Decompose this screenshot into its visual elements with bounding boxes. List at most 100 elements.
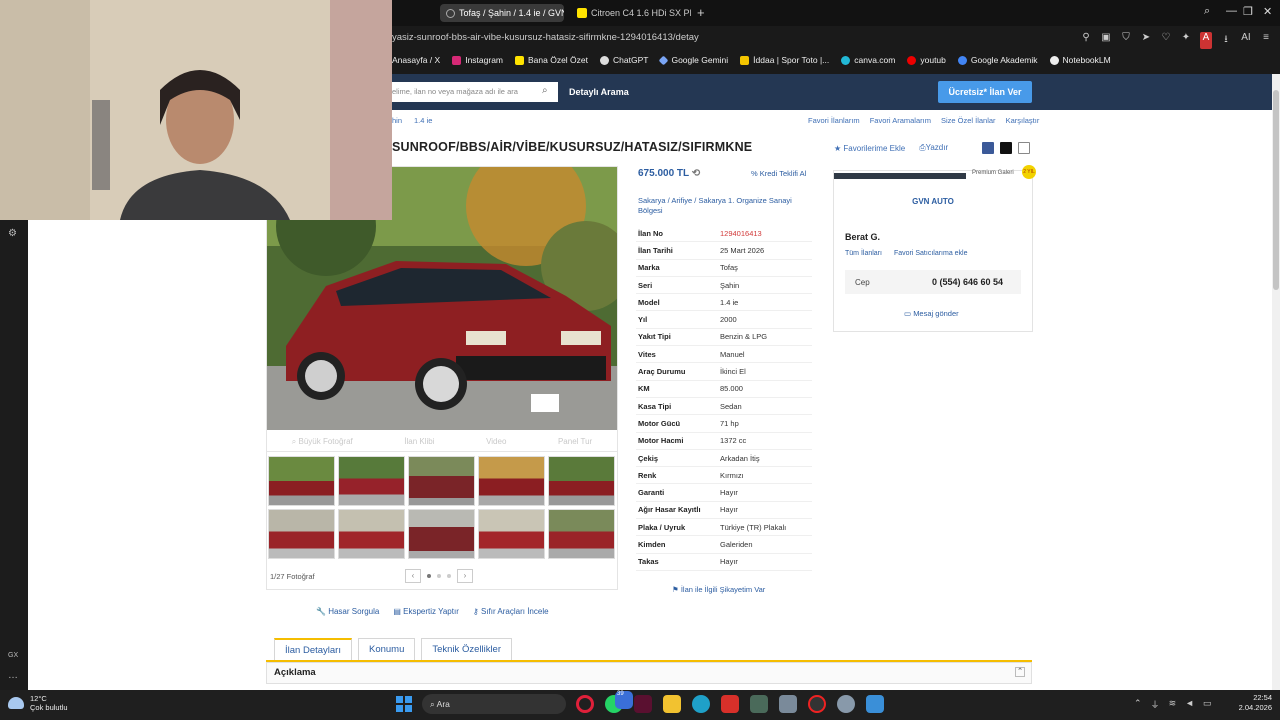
site-search-input[interactable]: elime, ilan no veya mağaza adı ile ara (392, 82, 558, 102)
all-ads-link[interactable]: Tüm İlanları (845, 250, 882, 257)
prev-page-button[interactable]: ‹ (405, 569, 421, 583)
clock[interactable]: 22:54 2.04.2026 (1232, 693, 1272, 713)
panel-tour-tab[interactable]: Panel Tur (558, 437, 592, 446)
dealer-name[interactable]: GVN AUTO (834, 197, 1032, 206)
compare-link[interactable]: Karşılaştır (1006, 116, 1040, 125)
thumbnail[interactable] (338, 509, 405, 559)
video-editor-icon[interactable] (634, 695, 652, 713)
large-photo-tab[interactable]: ⌕ Büyük Fotoğraf (292, 437, 353, 447)
credit-offer-link[interactable]: % Kredi Teklifi Al (751, 169, 806, 178)
phone-number[interactable]: 0 (554) 646 60 54 (932, 277, 1003, 287)
bookmark-notebooklm[interactable]: NotebookLM (1049, 55, 1111, 65)
print-link[interactable]: ⎙Yazdır (919, 143, 948, 153)
favorite-searches-link[interactable]: Favori Aramalarım (870, 116, 931, 125)
minimize-icon[interactable]: — (1226, 5, 1237, 17)
page-dot[interactable] (437, 574, 441, 578)
page-dot[interactable] (447, 574, 451, 578)
description-header[interactable]: Açıklama ⌃ (266, 662, 1032, 684)
settings-icon[interactable]: ⚙ (8, 228, 17, 239)
bookmark-chatgpt[interactable]: ChatGPT (600, 55, 648, 65)
next-page-button[interactable]: › (457, 569, 473, 583)
pdf-icon[interactable] (721, 695, 739, 713)
history-icon[interactable]: ⟲ (692, 168, 700, 179)
folder-icon[interactable] (663, 695, 681, 713)
new-tab-button[interactable]: + (697, 5, 705, 20)
ai-button[interactable]: AI (1240, 32, 1252, 49)
battery-icon[interactable]: ▭ (1203, 698, 1212, 711)
x-icon[interactable] (1000, 142, 1012, 154)
download-icon[interactable]: ⭳ (1220, 32, 1232, 49)
close-icon[interactable]: ✕ (1263, 5, 1272, 18)
tab-ad-details[interactable]: İlan Detayları (274, 638, 352, 660)
opera-icon[interactable] (576, 695, 594, 713)
bookmark-iddaa[interactable]: İddaa | Spor Toto |... (740, 55, 829, 65)
taskbar-search[interactable]: ⌕ Ara (422, 694, 566, 714)
bookmark-ozet[interactable]: Bana Özel Özet (515, 55, 588, 65)
tab-technical[interactable]: Teknik Özellikler (421, 638, 513, 660)
whatsapp-icon[interactable]: 39 (605, 691, 633, 713)
special-ads-link[interactable]: Size Özel İlanlar (941, 116, 996, 125)
breadcrumb-item[interactable]: 1.4 ie (414, 116, 432, 125)
new-cars-link[interactable]: ⚷ Sıfır Araçları İncele (473, 607, 549, 616)
breadcrumb-item[interactable]: hin (392, 116, 402, 125)
mail-icon[interactable] (1018, 142, 1030, 154)
thumbnail[interactable] (478, 456, 545, 506)
thumbnail[interactable] (268, 509, 335, 559)
menu-icon[interactable]: ≡ (1260, 32, 1272, 49)
detailed-search-link[interactable]: Detaylı Arama (569, 87, 629, 97)
bookmark-gemini[interactable]: Google Gemini (659, 55, 728, 65)
recorder-icon[interactable] (808, 695, 826, 713)
send-message-link[interactable]: ▭ Mesaj gönder (904, 309, 959, 318)
thumbnail[interactable] (268, 456, 335, 506)
usb-icon[interactable]: ⏚ (1151, 698, 1160, 711)
settings-app-icon[interactable] (837, 695, 855, 713)
send-icon[interactable]: ➤ (1140, 32, 1152, 49)
more-icon[interactable]: … (8, 670, 18, 681)
wifi-icon[interactable]: ≋ (1169, 698, 1177, 711)
search-icon[interactable]: ⌕ (542, 85, 548, 96)
thumbnail[interactable] (408, 456, 475, 506)
search-tabs-icon[interactable]: ⌕ (1204, 5, 1210, 18)
shield-icon[interactable]: ⛉ (1120, 32, 1132, 49)
bookmark-youtube[interactable]: youtub (907, 55, 946, 65)
page-dot[interactable] (427, 574, 431, 578)
collapse-icon[interactable]: ⌃ (1015, 667, 1025, 677)
snapshot-icon[interactable]: ▣ (1100, 32, 1112, 49)
favorite-ads-link[interactable]: Favori İlanlarım (808, 116, 860, 125)
edge-icon[interactable] (692, 695, 710, 713)
facebook-icon[interactable] (982, 142, 994, 154)
bookmark-instagram[interactable]: Instagram (452, 55, 503, 65)
thumbnail[interactable] (338, 456, 405, 506)
heart-icon[interactable]: ♡ (1160, 32, 1172, 49)
video-tab[interactable]: Video (486, 437, 506, 446)
thumbnail[interactable] (548, 456, 615, 506)
tab-location[interactable]: Konumu (357, 638, 416, 660)
chevron-up-icon[interactable]: ⌃ (1134, 698, 1142, 711)
weather-widget[interactable]: 12°C Çok bulutlu (8, 694, 68, 712)
tab-citroen[interactable]: Citroen C4 1.6 HDi SX PK F (571, 4, 691, 22)
photos-icon[interactable] (866, 695, 884, 713)
restore-icon[interactable]: ❐ (1243, 5, 1253, 18)
pin-icon[interactable]: ⚲ (1080, 32, 1092, 49)
gx-label[interactable]: GX (8, 652, 18, 659)
post-ad-button[interactable]: Ücretsiz* İlan Ver (938, 81, 1032, 103)
terminal-icon[interactable] (750, 695, 768, 713)
notepad-icon[interactable] (779, 695, 797, 713)
scrollbar-thumb[interactable] (1273, 90, 1279, 290)
ad-clip-tab[interactable]: İlan Klibi (404, 437, 434, 446)
damage-query-link[interactable]: 🔧 Hasar Sorgula (316, 607, 379, 616)
extensions-icon[interactable]: ✦ (1180, 32, 1192, 49)
bookmark-scholar[interactable]: Google Akademik (957, 55, 1038, 65)
bookmark-canva[interactable]: canva.com (841, 55, 895, 65)
profile-icon[interactable]: A (1200, 32, 1212, 49)
location[interactable]: Sakarya / Arifiye / Sakarya 1. Organize … (638, 196, 810, 216)
thumbnail[interactable] (478, 509, 545, 559)
add-favorites-link[interactable]: ★ Favorilerime Ekle (834, 144, 905, 153)
bookmark-anasayfa[interactable]: Anasayfa / X (392, 55, 440, 65)
expertise-link[interactable]: ▤ Ekspertiz Yaptır (393, 607, 459, 616)
volume-icon[interactable]: ◄ (1185, 698, 1194, 711)
favorite-seller-link[interactable]: Favori Satıcılarıma ekle (894, 250, 968, 257)
start-button[interactable] (396, 696, 412, 712)
thumbnail[interactable] (548, 509, 615, 559)
thumbnail[interactable] (408, 509, 475, 559)
